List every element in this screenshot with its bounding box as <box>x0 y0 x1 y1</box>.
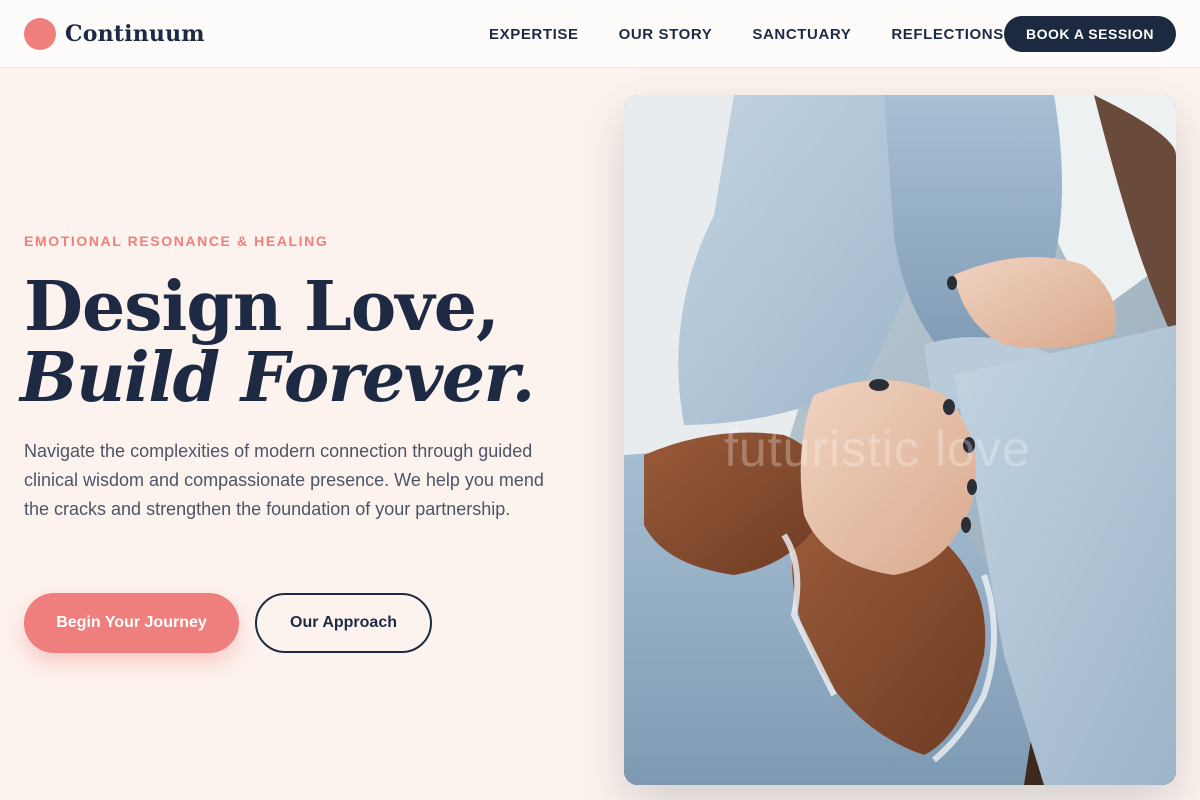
hero-title-line-1: Design Love, <box>24 267 500 347</box>
hero-title: Design Love, Build Forever. <box>20 267 535 412</box>
nav-item-sanctuary[interactable]: SANCTUARY <box>752 26 851 43</box>
our-approach-button[interactable]: Our Approach <box>255 593 432 653</box>
logo[interactable]: Continuum <box>24 17 205 50</box>
main-nav: EXPERTISE OUR STORY SANCTUARY REFLECTION… <box>489 0 1004 68</box>
site-header: Continuum EXPERTISE OUR STORY SANCTUARY … <box>0 0 1200 68</box>
image-watermark: futuristic love <box>724 421 1031 477</box>
nav-item-reflections[interactable]: REFLECTIONS <box>891 26 1003 43</box>
logo-text: Continuum <box>65 20 205 47</box>
hero-description: Navigate the complexities of modern conn… <box>24 441 544 519</box>
book-session-button[interactable]: BOOK A SESSION <box>1004 16 1176 52</box>
hero-eyebrow: EMOTIONAL RESONANCE & HEALING <box>24 233 329 249</box>
logo-mark-icon <box>24 17 56 50</box>
hero-title-line-2: Build Forever. <box>20 338 535 418</box>
begin-journey-button[interactable]: Begin Your Journey <box>24 593 239 653</box>
hero-photo-couple-holding-hands: futuristic love <box>624 95 1176 785</box>
nav-item-our-story[interactable]: OUR STORY <box>619 26 713 43</box>
nav-item-expertise[interactable]: EXPERTISE <box>489 26 579 43</box>
